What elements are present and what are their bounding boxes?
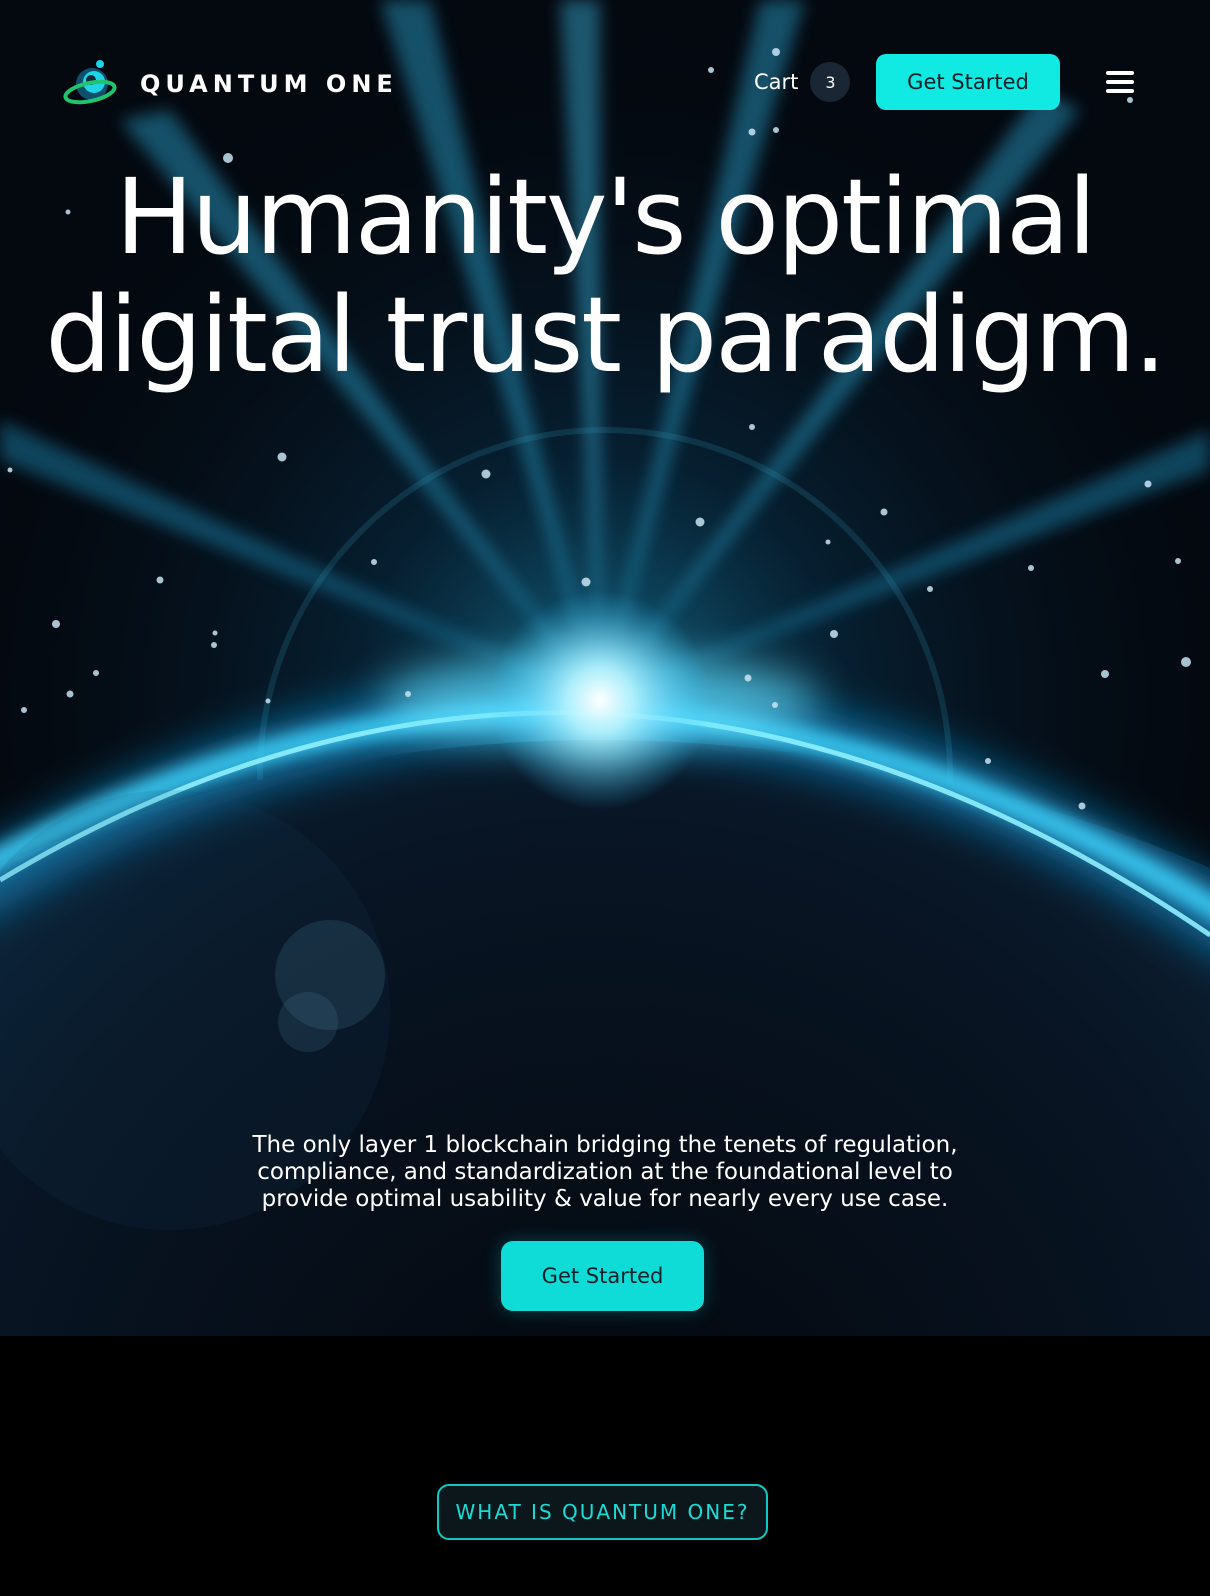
hero-headline-line-2: digital trust paradigm.: [45, 274, 1166, 396]
hero-subcopy-line-3: provide optimal usability & value for ne…: [261, 1186, 949, 1212]
hero-subcopy-line-1: The only layer 1 blockchain bridging the…: [252, 1132, 958, 1158]
brand-name: QUANTUM ONE: [140, 70, 398, 98]
brand-logo[interactable]: QUANTUM ONE: [62, 56, 398, 112]
site-header: QUANTUM ONE Cart 3 Get Started: [0, 0, 1210, 164]
hero-subcopy: The only layer 1 blockchain bridging the…: [200, 1132, 1010, 1213]
orbit-logo-icon: [63, 60, 117, 105]
header-get-started-button[interactable]: Get Started: [876, 54, 1060, 110]
hero-get-started-button[interactable]: Get Started: [501, 1241, 704, 1311]
hero-headline: Humanity's optimal digital trust paradig…: [0, 158, 1210, 394]
cart-label: Cart: [754, 70, 799, 94]
hero-subcopy-line-2: compliance, and standardization at the f…: [257, 1159, 953, 1185]
hero-section: QUANTUM ONE Cart 3 Get Started Humanity'…: [0, 0, 1210, 1336]
cart-link[interactable]: Cart 3: [754, 62, 851, 102]
menu-bar: [1106, 71, 1134, 75]
page: QUANTUM ONE Cart 3 Get Started Humanity'…: [0, 0, 1210, 1596]
hero-headline-line-1: Humanity's optimal: [115, 156, 1096, 278]
menu-bar: [1106, 89, 1134, 93]
hamburger-menu-icon[interactable]: [1100, 66, 1140, 98]
cart-count-badge: 3: [810, 62, 851, 102]
menu-bar: [1106, 80, 1134, 84]
what-is-quantum-one-pill[interactable]: WHAT IS QUANTUM ONE?: [437, 1484, 768, 1540]
